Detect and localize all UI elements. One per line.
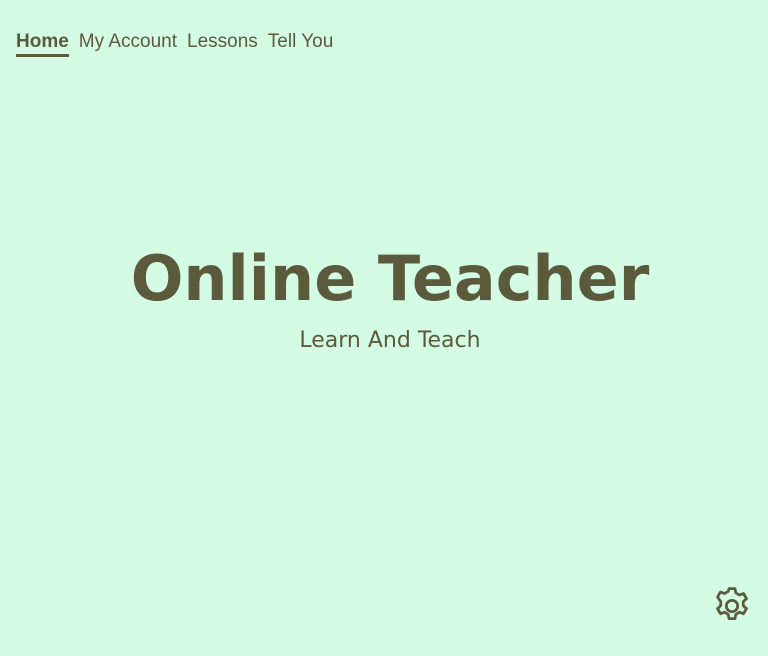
gear-icon	[710, 584, 754, 628]
nav-item-lessons[interactable]: Lessons	[187, 30, 258, 54]
main-nav: Home My Account Lessons Tell You	[16, 30, 333, 57]
nav-item-my-account[interactable]: My Account	[79, 30, 177, 54]
page-title: Online Teacher	[130, 242, 650, 315]
hero-section: Online Teacher Learn And Teach	[0, 0, 768, 656]
settings-button[interactable]	[708, 582, 756, 630]
nav-item-tell-you[interactable]: Tell You	[268, 30, 334, 54]
page-subtitle: Learn And Teach	[299, 328, 481, 353]
nav-item-home[interactable]: Home	[16, 30, 69, 57]
